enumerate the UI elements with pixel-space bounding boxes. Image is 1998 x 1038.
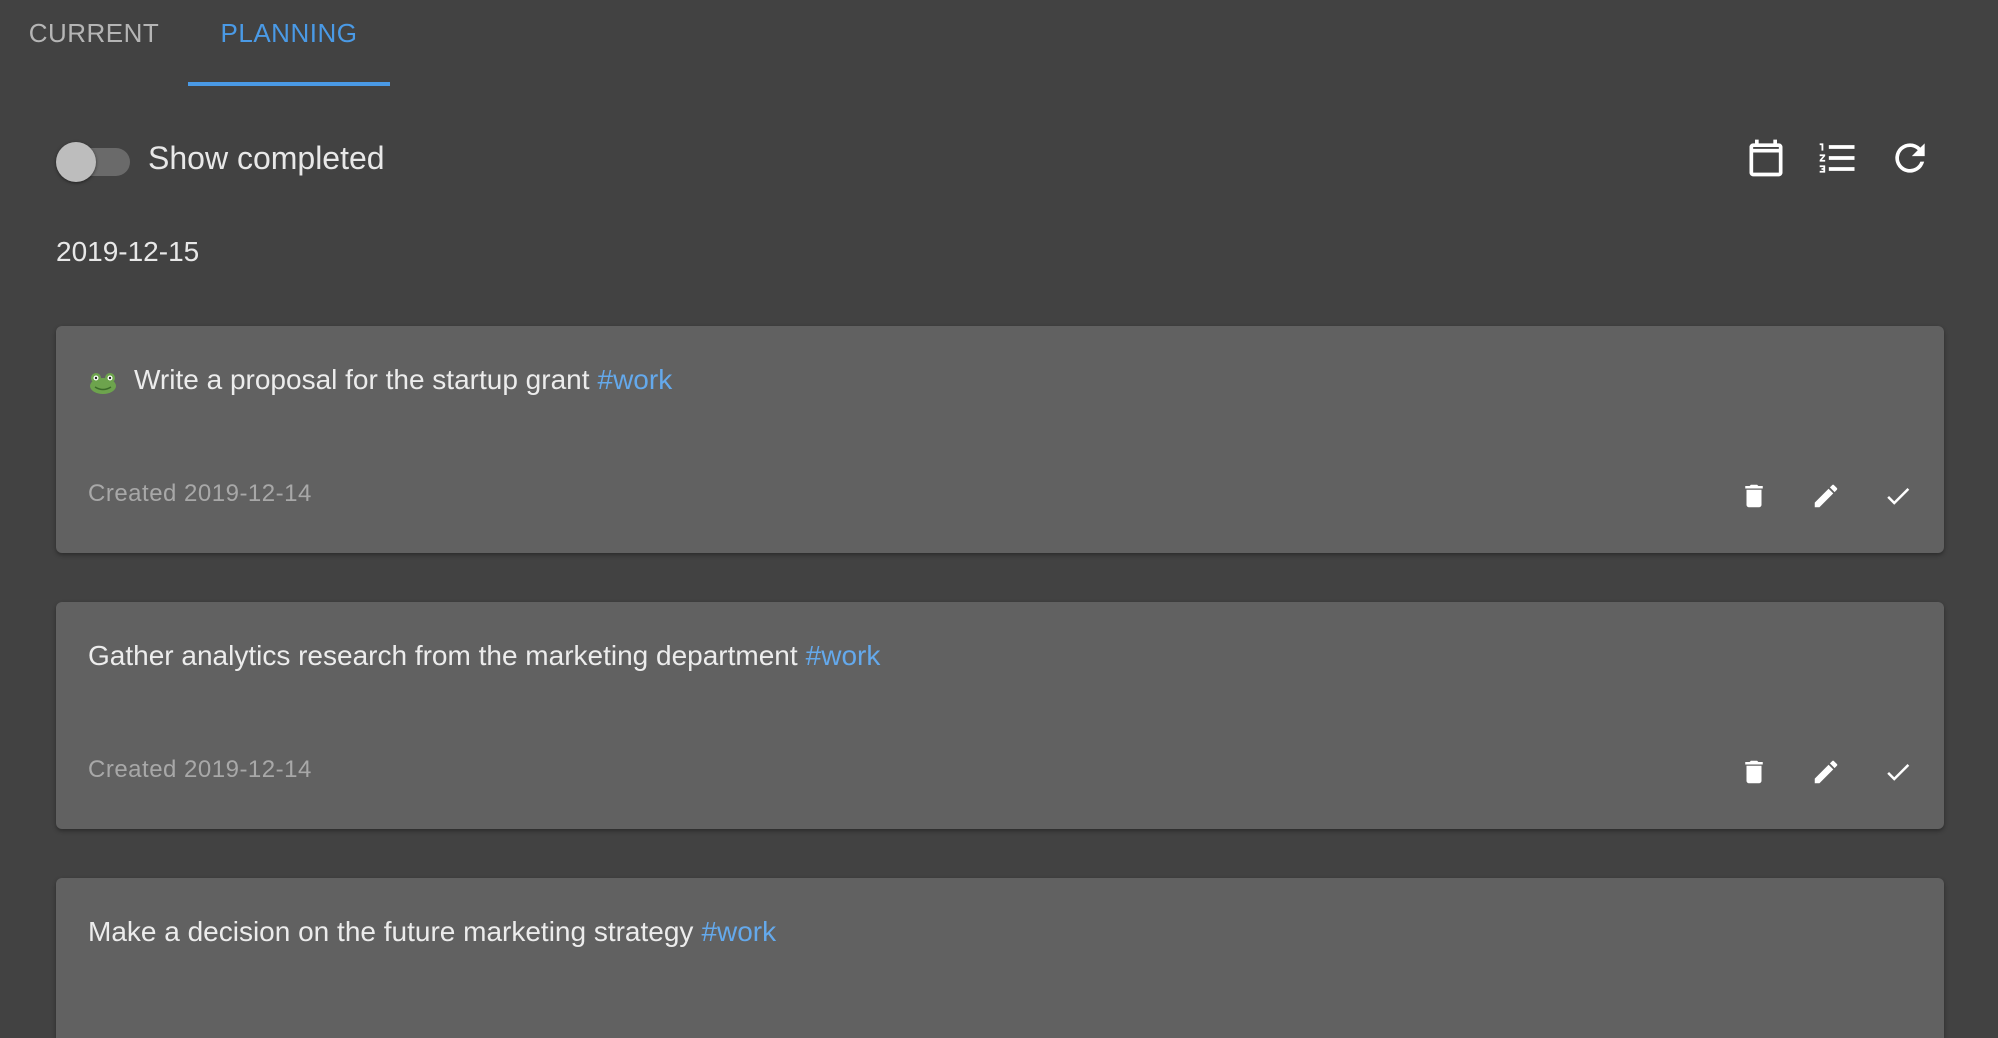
tab-planning-label: PLANNING xyxy=(220,17,358,48)
task-created-date: Created 2019-12-14 xyxy=(88,480,312,507)
refresh-icon[interactable] xyxy=(1886,134,1934,182)
task-tag[interactable]: #work xyxy=(806,640,881,672)
delete-icon[interactable] xyxy=(1730,472,1778,520)
tab-current-label: CURRENT xyxy=(28,17,160,48)
task-text: Write a proposal for the startup grant xyxy=(134,364,590,395)
task-title: Gather analytics research from the marke… xyxy=(88,640,880,672)
show-completed-toggle[interactable] xyxy=(56,138,132,182)
toolbar: Show completed xyxy=(56,130,1942,186)
task-created-date: Created 2019-12-14 xyxy=(88,756,312,783)
ordered-list-icon[interactable] xyxy=(1814,134,1862,182)
task-title: Make a decision on the future marketing … xyxy=(88,916,776,948)
toggle-thumb xyxy=(56,142,96,182)
task-actions xyxy=(1730,748,1922,796)
task-text: Make a decision on the future marketing … xyxy=(88,916,694,947)
task-card: Write a proposal for the startup grant #… xyxy=(56,326,1944,553)
delete-icon[interactable] xyxy=(1730,748,1778,796)
task-card: Make a decision on the future marketing … xyxy=(56,878,1944,1038)
toolbar-actions xyxy=(1742,134,1934,182)
task-title: Write a proposal for the startup grant #… xyxy=(88,364,672,396)
task-tag[interactable]: #work xyxy=(701,916,776,948)
task-tag[interactable]: #work xyxy=(598,364,673,396)
edit-icon[interactable] xyxy=(1802,748,1850,796)
check-icon[interactable] xyxy=(1874,748,1922,796)
tab-bar: CURRENT PLANNING xyxy=(0,0,390,86)
task-card: Gather analytics research from the marke… xyxy=(56,602,1944,829)
show-completed-label: Show completed xyxy=(148,139,385,176)
date-heading: 2019-12-15 xyxy=(56,236,200,267)
task-text: Gather analytics research from the marke… xyxy=(88,640,798,671)
calendar-icon[interactable] xyxy=(1742,134,1790,182)
tab-current[interactable]: CURRENT xyxy=(0,0,188,76)
check-icon[interactable] xyxy=(1874,472,1922,520)
edit-icon[interactable] xyxy=(1802,472,1850,520)
tab-planning[interactable]: PLANNING xyxy=(188,0,390,86)
task-actions xyxy=(1730,472,1922,520)
frog-icon xyxy=(88,369,118,394)
